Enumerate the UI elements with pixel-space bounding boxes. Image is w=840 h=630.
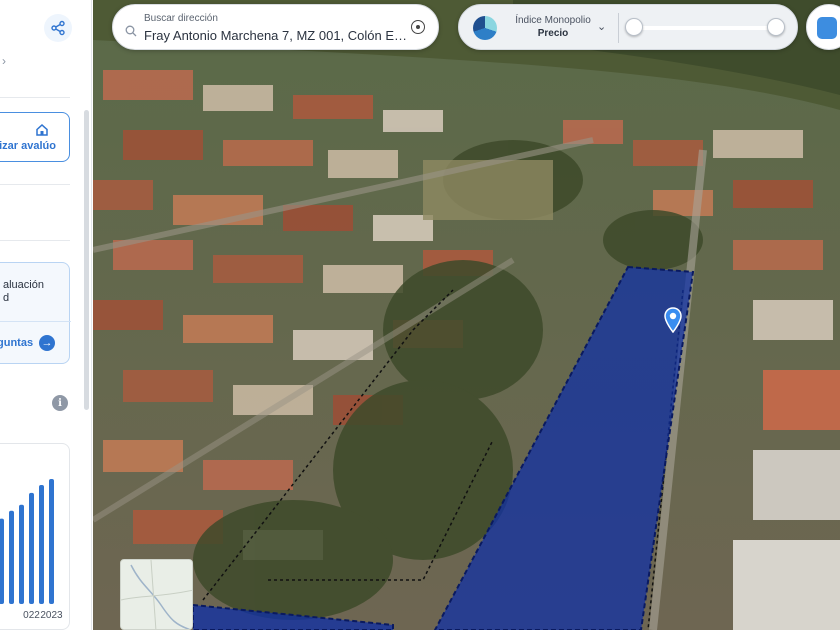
chevron-right-icon[interactable]: › — [2, 54, 6, 68]
divider — [618, 13, 619, 43]
left-panel: › lizar avalúo aluación d guntas → i 022… — [0, 0, 92, 630]
divider — [0, 240, 70, 241]
sidebar-scrollbar[interactable] — [84, 110, 89, 410]
price-bar-chart: 022 2023 — [0, 479, 63, 621]
preguntas-link[interactable]: guntas — [0, 337, 33, 349]
card-divider — [0, 321, 71, 322]
range-slider-min-handle[interactable] — [625, 18, 643, 36]
avaluo-button-label: lizar avalúo — [0, 139, 56, 152]
index-title[interactable]: Índice Monopolio — [507, 15, 599, 26]
chart-bar[interactable] — [49, 479, 54, 604]
range-slider-max-handle[interactable] — [767, 18, 785, 36]
realizar-avaluo-button[interactable]: lizar avalúo — [0, 112, 70, 162]
evaluation-card: aluación d guntas → — [0, 262, 71, 364]
share-button[interactable] — [44, 14, 72, 42]
evaluation-title-line2: d — [3, 292, 10, 304]
index-control: Índice Monopolio Precio ⌄ — [458, 4, 798, 50]
satellite-map[interactable] — [93, 0, 840, 630]
map-layers-icon — [817, 17, 837, 39]
evaluation-title-line1: aluación — [3, 279, 44, 291]
location-pin-icon[interactable] — [664, 307, 682, 333]
chevron-down-icon[interactable]: ⌄ — [597, 20, 606, 33]
info-icon[interactable]: i — [52, 395, 68, 411]
arrow-right-icon[interactable]: → — [39, 335, 55, 351]
share-icon — [51, 20, 65, 36]
clear-location-icon[interactable] — [411, 20, 425, 34]
search-icon — [125, 25, 137, 37]
chart-x-tick-label: 022 — [23, 610, 40, 621]
chart-bar[interactable] — [39, 484, 44, 604]
search-caption: Buscar dirección — [144, 13, 218, 24]
range-slider-fill — [634, 26, 776, 30]
home-icon — [36, 123, 48, 136]
divider — [0, 97, 70, 98]
minimap-view — [121, 560, 192, 629]
chart-bar[interactable] — [0, 518, 4, 604]
chart-x-tick-label: 2023 — [40, 610, 63, 621]
address-search[interactable]: Buscar dirección Fray Antonio Marchena 7… — [112, 4, 439, 50]
search-input[interactable]: Fray Antonio Marchena 7, MZ 001, Colón E… — [144, 28, 410, 43]
chart-bar[interactable] — [29, 492, 34, 604]
map-imagery — [93, 0, 840, 630]
index-color-icon — [473, 16, 497, 40]
price-chart-card: 022 2023 — [0, 443, 70, 630]
chart-bar[interactable] — [9, 510, 14, 604]
evaluation-card-title: aluación d — [3, 279, 44, 305]
range-slider-track[interactable] — [634, 26, 776, 30]
chart-bar[interactable] — [19, 504, 24, 604]
minimap[interactable] — [120, 559, 193, 630]
index-subtitle[interactable]: Precio — [507, 28, 599, 39]
divider — [0, 184, 70, 185]
